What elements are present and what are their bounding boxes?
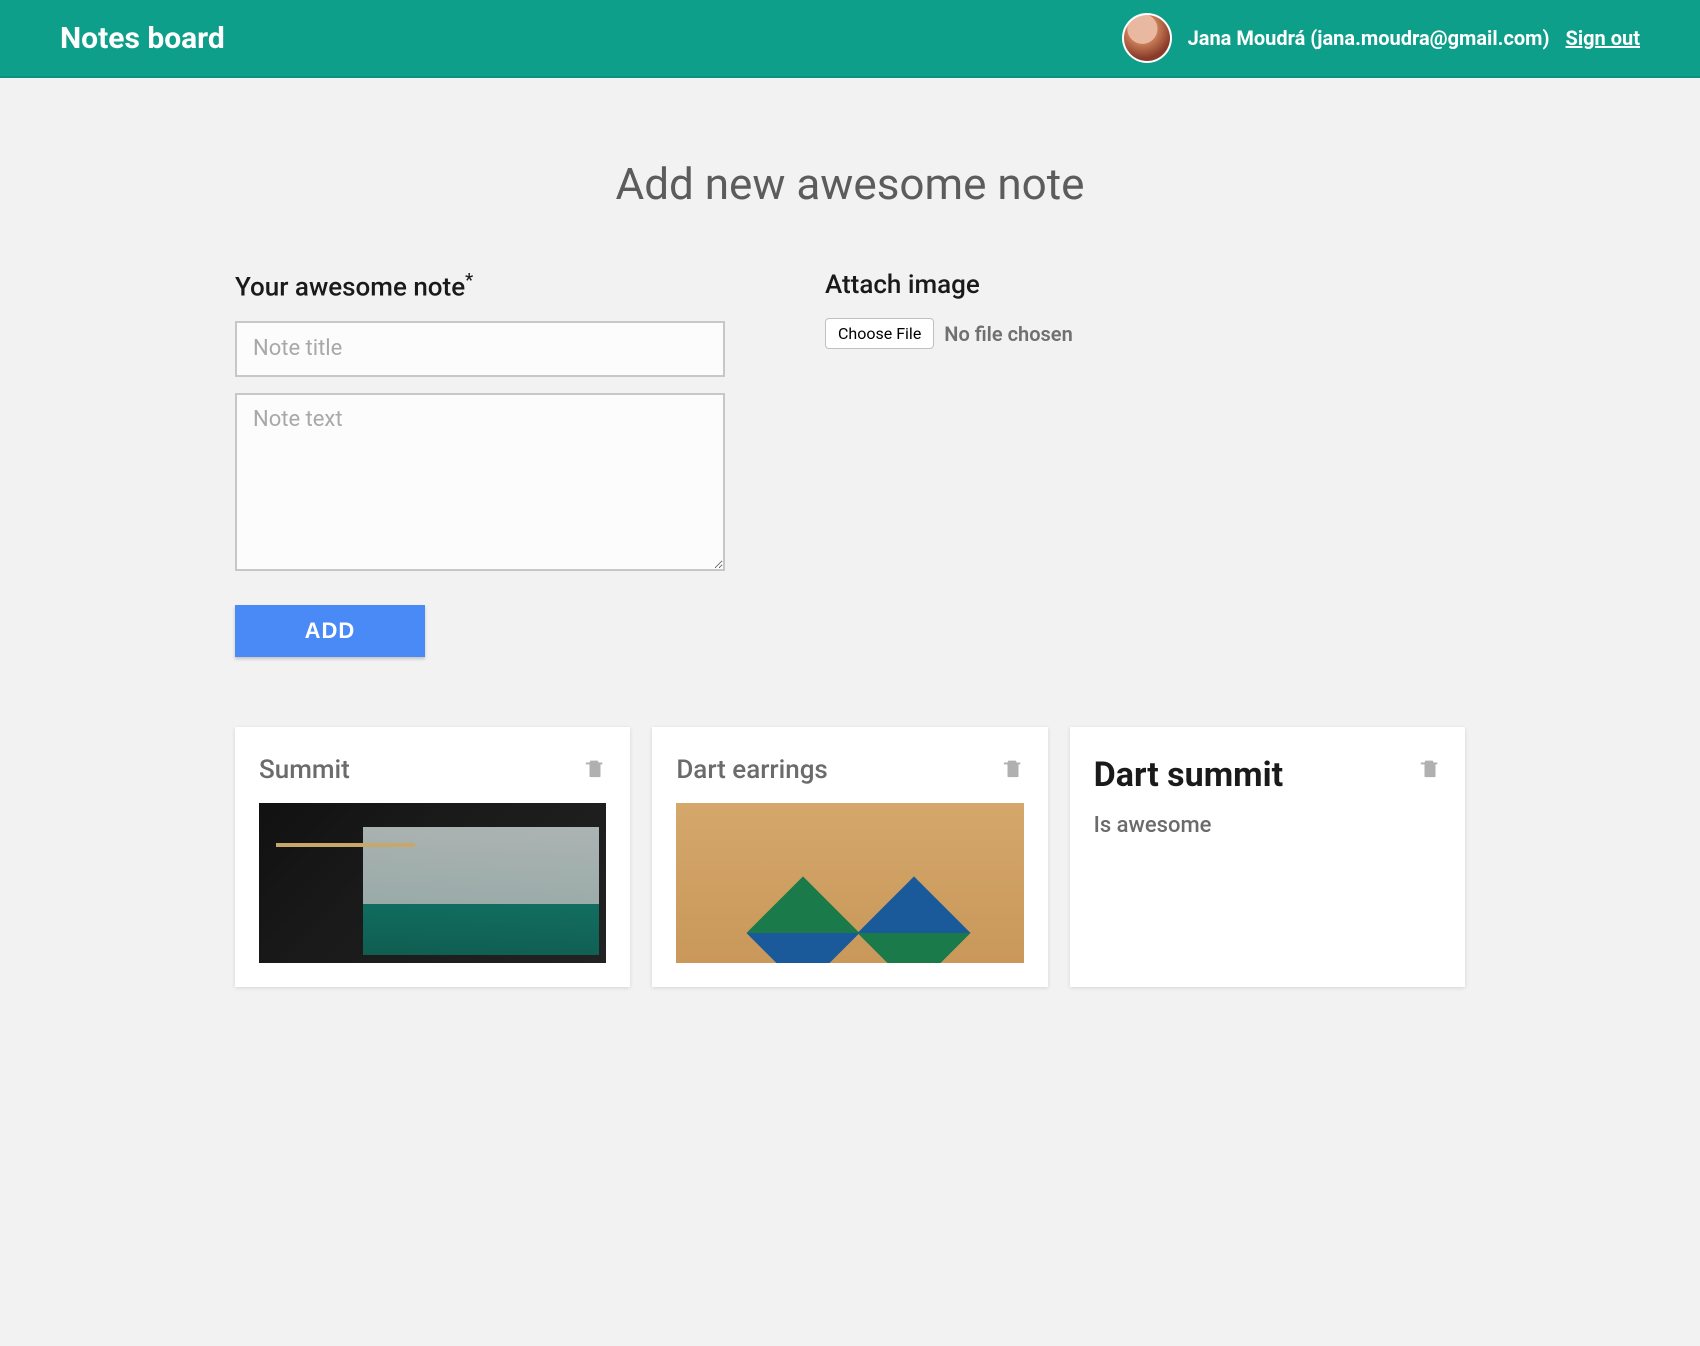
trash-icon[interactable] [584,755,606,781]
add-note-form: Your awesome note* ADD Attach image Choo… [235,270,1465,657]
main-content: Add new awesome note Your awesome note* … [235,78,1465,987]
note-card: Dart summit Is awesome [1070,727,1465,987]
note-head: Dart earrings [676,755,1023,785]
notes-grid: Summit Dart earrings Dart summit [235,727,1465,987]
note-head: Summit [259,755,606,785]
note-image [676,803,1023,963]
file-status-text: No file chosen [944,322,1072,346]
note-image [259,803,606,963]
attach-label: Attach image [825,270,1465,300]
note-fields-column: Your awesome note* ADD [235,270,725,657]
header-right: Jana Moudrá (jana.moudra@gmail.com) Sign… [1122,13,1640,63]
add-button[interactable]: ADD [235,605,425,657]
note-card: Dart earrings [652,727,1047,987]
trash-icon[interactable] [1419,755,1441,781]
note-title: Dart summit [1094,755,1283,795]
page-title: Add new awesome note [235,158,1465,210]
trash-icon[interactable] [1002,755,1024,781]
note-field-label-text: Your awesome note [235,273,465,303]
note-field-label: Your awesome note* [235,270,725,303]
file-input-row: Choose File No file chosen [825,318,1465,349]
note-card: Summit [235,727,630,987]
choose-file-button[interactable]: Choose File [825,318,934,349]
note-text-input[interactable] [235,393,725,571]
avatar[interactable] [1122,13,1172,63]
header-bar: Notes board Jana Moudrá (jana.moudra@gma… [0,0,1700,78]
avatar-image [1124,15,1170,61]
user-display: Jana Moudrá (jana.moudra@gmail.com) [1188,26,1550,50]
brand-title: Notes board [60,21,225,56]
attach-column: Attach image Choose File No file chosen [825,270,1465,657]
required-mark: * [465,270,473,291]
note-title: Dart earrings [676,755,827,785]
note-head: Dart summit [1094,755,1441,795]
signout-link[interactable]: Sign out [1566,26,1640,50]
note-body: Is awesome [1094,813,1441,838]
note-title-input[interactable] [235,321,725,377]
note-title: Summit [259,755,350,785]
